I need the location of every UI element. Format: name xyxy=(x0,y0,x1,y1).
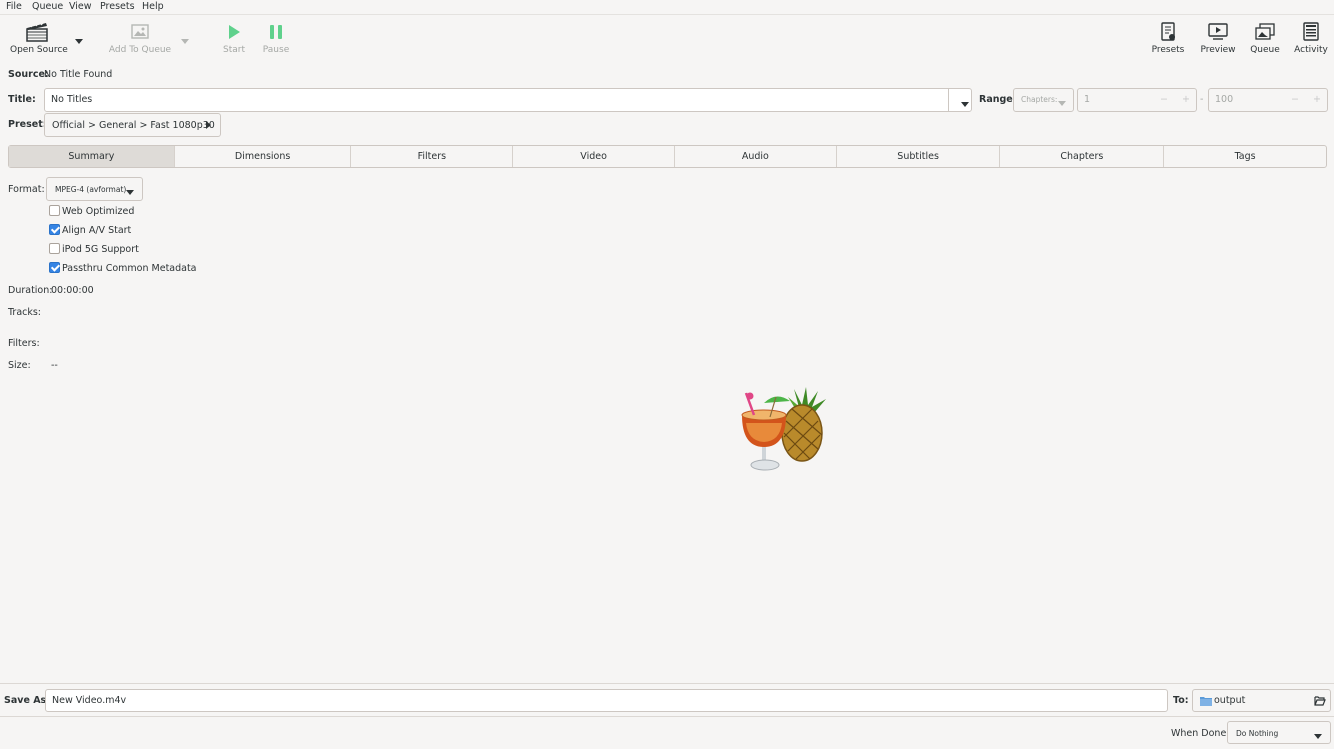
handbrake-logo-icon xyxy=(741,387,826,471)
tab-audio[interactable]: Audio xyxy=(675,146,837,167)
range-end-plus[interactable]: + xyxy=(1313,94,1321,105)
when-done-value: Do Nothing xyxy=(1236,729,1279,738)
start-button[interactable]: Start xyxy=(220,22,248,55)
presets-label: Presets xyxy=(1151,45,1185,55)
ipod-5g-support-label: iPod 5G Support xyxy=(62,244,139,255)
passthru-metadata-checkbox[interactable] xyxy=(49,262,60,273)
tracks-label: Tracks: xyxy=(8,307,42,318)
tab-video[interactable]: Video xyxy=(513,146,675,167)
menu-queue[interactable]: Queue xyxy=(32,1,63,12)
tab-tags[interactable]: Tags xyxy=(1164,146,1326,167)
preview-screen-icon xyxy=(1208,23,1228,40)
ipod-5g-support-checkbox[interactable] xyxy=(49,243,60,254)
range-start-plus[interactable]: + xyxy=(1182,94,1190,105)
save-as-label: Save As: xyxy=(4,695,51,706)
menu-bar: File Queue View Presets Help xyxy=(0,0,1334,15)
status-divider xyxy=(0,716,1334,717)
range-mode-combo[interactable]: Chapters: xyxy=(1013,88,1074,112)
preset-label: Preset: xyxy=(8,119,47,130)
queue-button[interactable]: Queue xyxy=(1249,22,1281,55)
format-value: MPEG-4 (avformat) xyxy=(55,185,127,194)
size-label: Size: xyxy=(8,360,31,371)
align-av-start-checkbox[interactable] xyxy=(49,224,60,235)
presets-button[interactable]: Presets xyxy=(1150,22,1186,55)
activity-log-icon xyxy=(1303,22,1319,41)
preset-selector-button[interactable]: Official > General > Fast 1080p30 xyxy=(44,113,221,137)
play-icon xyxy=(229,25,240,39)
passthru-metadata-label: Passthru Common Metadata xyxy=(62,263,197,274)
when-done-combo[interactable]: Do Nothing xyxy=(1227,721,1331,744)
pause-icon xyxy=(270,25,282,39)
pause-button[interactable]: Pause xyxy=(260,22,292,55)
range-separator: - xyxy=(1200,94,1204,105)
add-to-queue-button[interactable]: Add To Queue xyxy=(108,22,172,55)
folder-open-icon[interactable] xyxy=(1314,695,1326,706)
open-source-button[interactable]: Open Source xyxy=(10,22,68,55)
clapperboard-icon xyxy=(26,22,48,42)
range-end-spin[interactable]: 100 − + xyxy=(1208,88,1328,112)
preview-button[interactable]: Preview xyxy=(1199,22,1237,55)
align-av-start-label: Align A/V Start xyxy=(62,225,132,236)
filters-label: Filters: xyxy=(8,338,40,349)
queue-label: Queue xyxy=(1250,45,1280,55)
menu-presets[interactable]: Presets xyxy=(100,1,135,12)
footer-divider xyxy=(0,683,1334,684)
preview-label: Preview xyxy=(1200,45,1236,55)
menu-help[interactable]: Help xyxy=(142,1,164,12)
destination-folder-value: output xyxy=(1214,695,1246,706)
tab-chapters[interactable]: Chapters xyxy=(1000,146,1165,167)
save-as-input[interactable]: New Video.m4v xyxy=(45,689,1168,712)
tab-summary[interactable]: Summary xyxy=(9,146,175,167)
pause-label: Pause xyxy=(262,45,290,55)
add-to-queue-dropdown[interactable] xyxy=(181,36,189,47)
format-combo[interactable]: MPEG-4 (avformat) xyxy=(46,177,143,201)
title-value: No Titles xyxy=(51,94,93,105)
menu-file[interactable]: File xyxy=(6,1,22,12)
chevron-down-icon xyxy=(181,39,189,44)
range-label: Range: xyxy=(979,94,1017,105)
range-end-minus[interactable]: − xyxy=(1291,94,1299,105)
tab-dimensions[interactable]: Dimensions xyxy=(175,146,352,167)
menu-view[interactable]: View xyxy=(69,1,92,12)
size-value: -- xyxy=(51,360,58,371)
folder-icon xyxy=(1200,697,1212,706)
format-label: Format: xyxy=(8,184,45,195)
range-start-minus[interactable]: − xyxy=(1160,94,1168,105)
add-to-queue-label: Add To Queue xyxy=(108,45,172,55)
start-label: Start xyxy=(223,45,245,55)
tab-subtitles[interactable]: Subtitles xyxy=(837,146,1001,167)
presets-list-icon xyxy=(1161,22,1175,41)
save-as-value: New Video.m4v xyxy=(52,695,127,706)
to-label: To: xyxy=(1173,695,1189,706)
tab-bar: Summary Dimensions Filters Video Audio S… xyxy=(8,145,1327,168)
when-done-label: When Done: xyxy=(1171,728,1230,739)
range-start-spin[interactable]: 1 − + xyxy=(1077,88,1197,112)
chevron-right-icon xyxy=(206,121,211,129)
source-label: Source: xyxy=(8,69,49,80)
source-value: No Title Found xyxy=(44,69,113,80)
activity-button[interactable]: Activity xyxy=(1293,22,1329,55)
destination-folder-button[interactable]: output xyxy=(1192,689,1331,712)
preset-value: Official > General > Fast 1080p30 xyxy=(52,120,215,131)
add-image-icon xyxy=(131,24,149,39)
open-source-dropdown[interactable] xyxy=(75,36,83,47)
web-optimized-label: Web Optimized xyxy=(62,206,135,217)
chevron-down-icon xyxy=(1058,98,1066,109)
duration-value: 00:00:00 xyxy=(51,285,94,296)
chevron-down-icon xyxy=(1314,731,1322,742)
web-optimized-checkbox[interactable] xyxy=(49,205,60,216)
chevron-down-icon xyxy=(126,187,134,198)
chevron-down-icon xyxy=(75,39,83,44)
chevron-down-icon xyxy=(961,102,969,107)
open-source-label: Open Source xyxy=(10,45,68,55)
title-combo[interactable]: No Titles xyxy=(44,88,972,112)
title-label: Title: xyxy=(8,94,36,105)
activity-label: Activity xyxy=(1294,45,1328,55)
queue-images-icon xyxy=(1255,23,1275,40)
range-mode-value: Chapters: xyxy=(1021,95,1058,104)
tab-filters[interactable]: Filters xyxy=(351,146,514,167)
duration-label: Duration: xyxy=(8,285,53,296)
range-end-value: 100 xyxy=(1215,94,1234,105)
range-start-value: 1 xyxy=(1084,94,1091,105)
